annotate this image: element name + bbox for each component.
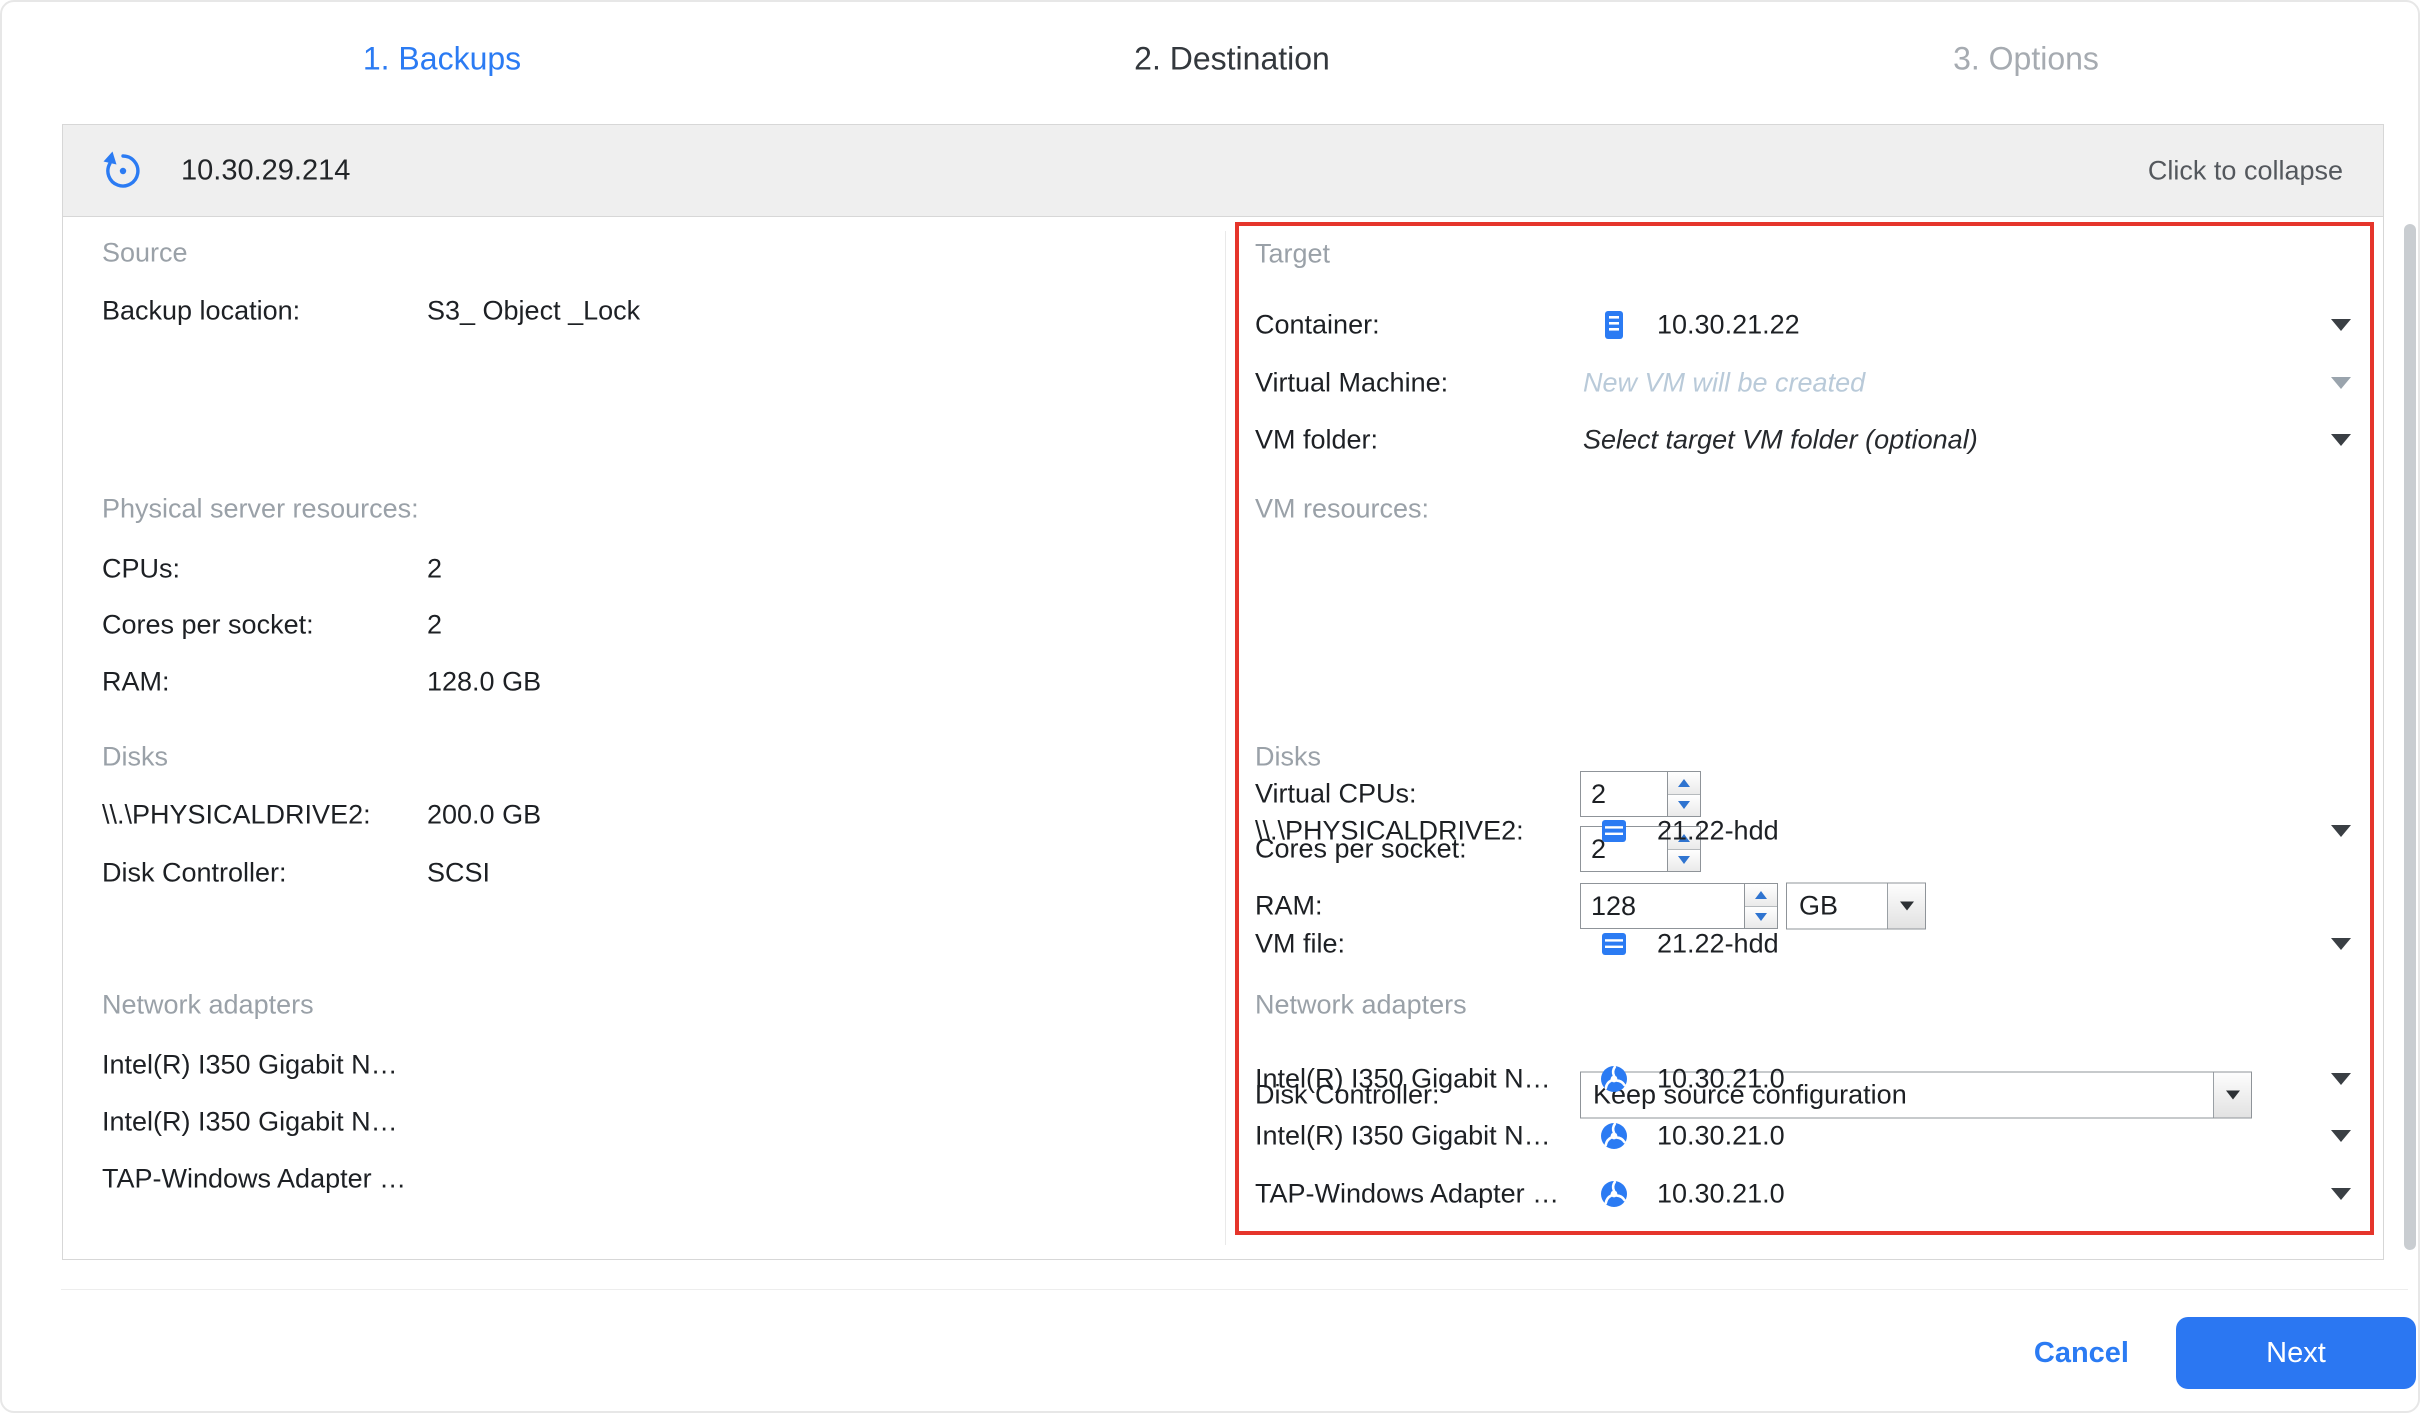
container-icon xyxy=(1597,308,1631,342)
ram-unit-select[interactable]: GB xyxy=(1786,883,1926,930)
source-controller-value: SCSI xyxy=(427,858,490,889)
restore-icon xyxy=(99,147,147,195)
source-controller-label: Disk Controller: xyxy=(102,858,287,889)
source-ram-value: 128.0 GB xyxy=(427,667,541,698)
virtual-machine-label: Virtual Machine: xyxy=(1255,368,1448,399)
source-disk-value: 200.0 GB xyxy=(427,800,541,831)
target-adapter-2-chevron-icon[interactable] xyxy=(2331,1130,2351,1142)
panel-header[interactable]: 10.30.29.214 Click to collapse xyxy=(63,125,2383,217)
target-heading: Target xyxy=(1255,239,1330,270)
physical-resources-heading: Physical server resources: xyxy=(102,494,419,525)
network-icon xyxy=(1597,1062,1631,1096)
target-disk-dropdown-chevron-icon[interactable] xyxy=(2331,825,2351,837)
footer-separator xyxy=(61,1289,2408,1290)
network-icon xyxy=(1597,1119,1631,1153)
vm-folder-placeholder[interactable]: Select target VM folder (optional) xyxy=(1583,425,1978,456)
source-adapter-2: Intel(R) I350 Gigabit N… xyxy=(102,1107,398,1138)
cancel-button[interactable]: Cancel xyxy=(2034,1337,2129,1370)
container-dropdown-chevron-icon[interactable] xyxy=(2331,319,2351,331)
ram-unit-dropdown-icon[interactable] xyxy=(1887,884,1925,929)
vcpus-input[interactable] xyxy=(1581,772,1667,816)
disk-icon xyxy=(1597,927,1631,961)
backup-location-value: S3_ Object _Lock xyxy=(427,296,640,327)
backup-location-label: Backup location: xyxy=(102,296,300,327)
ram-input[interactable] xyxy=(1581,884,1744,928)
source-cpus-value: 2 xyxy=(427,554,442,585)
vcpus-label: Virtual CPUs: xyxy=(1255,779,1417,810)
container-label: Container: xyxy=(1255,310,1380,341)
target-adapter-3-chevron-icon[interactable] xyxy=(2331,1188,2351,1200)
vertical-scrollbar[interactable] xyxy=(2404,224,2416,1250)
server-panel: 10.30.29.214 Click to collapse Source Ba… xyxy=(62,124,2384,1260)
tab-destination[interactable]: 2. Destination xyxy=(1134,41,1330,78)
column-divider xyxy=(1225,231,1226,1245)
vm-folder-dropdown-chevron-icon[interactable] xyxy=(2331,434,2351,446)
target-adapter-2-value[interactable]: 10.30.21.0 xyxy=(1657,1121,1785,1152)
collapse-hint[interactable]: Click to collapse xyxy=(2148,155,2343,186)
tab-options[interactable]: 3. Options xyxy=(1953,41,2099,78)
vm-file-dropdown-chevron-icon[interactable] xyxy=(2331,938,2351,950)
target-adapter-1-label: Intel(R) I350 Gigabit N… xyxy=(1255,1064,1551,1095)
source-adapter-1: Intel(R) I350 Gigabit N… xyxy=(102,1050,398,1081)
target-disks-heading: Disks xyxy=(1255,742,1321,773)
target-network-heading: Network adapters xyxy=(1255,990,1467,1021)
container-dropdown-value[interactable]: 10.30.21.22 xyxy=(1657,310,1800,341)
target-adapter-1-chevron-icon[interactable] xyxy=(2331,1073,2351,1085)
ram-stepper[interactable] xyxy=(1580,883,1778,929)
source-cpus-label: CPUs: xyxy=(102,554,180,585)
source-ram-label: RAM: xyxy=(102,667,170,698)
target-adapter-1-value[interactable]: 10.30.21.0 xyxy=(1657,1064,1785,1095)
source-cores-value: 2 xyxy=(427,610,442,641)
source-network-heading: Network adapters xyxy=(102,990,314,1021)
source-heading: Source xyxy=(102,238,188,269)
virtual-machine-dropdown-chevron-icon[interactable] xyxy=(2331,377,2351,389)
restore-wizard-window: 1. Backups 2. Destination 3. Options 10.… xyxy=(0,0,2420,1413)
next-button[interactable]: Next xyxy=(2176,1317,2416,1389)
disk-icon xyxy=(1597,814,1631,848)
vcpus-up-icon[interactable] xyxy=(1668,772,1700,795)
target-adapter-2-label: Intel(R) I350 Gigabit N… xyxy=(1255,1121,1551,1152)
source-disks-heading: Disks xyxy=(102,742,168,773)
source-adapter-3: TAP-Windows Adapter … xyxy=(102,1164,406,1195)
server-address: 10.30.29.214 xyxy=(181,154,350,187)
tab-backups[interactable]: 1. Backups xyxy=(363,41,521,78)
source-disk-label: \\.\PHYSICALDRIVE2: xyxy=(102,800,371,831)
target-ram-label: RAM: xyxy=(1255,891,1323,922)
vcpus-stepper[interactable] xyxy=(1580,771,1701,817)
footer-actions: Cancel Next xyxy=(2034,1317,2416,1389)
ram-spin-buttons xyxy=(1744,884,1777,928)
target-adapter-3-value[interactable]: 10.30.21.0 xyxy=(1657,1179,1785,1210)
network-icon xyxy=(1597,1177,1631,1211)
disk-controller-dropdown-icon[interactable] xyxy=(2213,1073,2251,1118)
ram-down-icon[interactable] xyxy=(1745,907,1777,929)
source-cores-label: Cores per socket: xyxy=(102,610,314,641)
virtual-machine-placeholder[interactable]: New VM will be created xyxy=(1583,368,1865,399)
vcpus-spin-buttons xyxy=(1667,772,1700,816)
vcpus-down-icon[interactable] xyxy=(1668,795,1700,817)
target-disk-label: \\.\PHYSICALDRIVE2: xyxy=(1255,816,1524,847)
target-adapter-3-label: TAP-Windows Adapter … xyxy=(1255,1179,1559,1210)
ram-up-icon[interactable] xyxy=(1745,884,1777,907)
cores-down-icon[interactable] xyxy=(1668,850,1700,872)
vm-resources-heading: VM resources: xyxy=(1255,494,1429,525)
vm-file-dropdown-value[interactable]: 21.22-hdd xyxy=(1657,929,1779,960)
panel-body: Source Backup location: S3_ Object _Lock… xyxy=(63,217,2383,1259)
ram-unit-value: GB xyxy=(1787,884,1887,929)
vm-file-label: VM file: xyxy=(1255,929,1345,960)
vm-folder-label: VM folder: xyxy=(1255,425,1378,456)
target-disk-dropdown-value[interactable]: 21.22-hdd xyxy=(1657,816,1779,847)
